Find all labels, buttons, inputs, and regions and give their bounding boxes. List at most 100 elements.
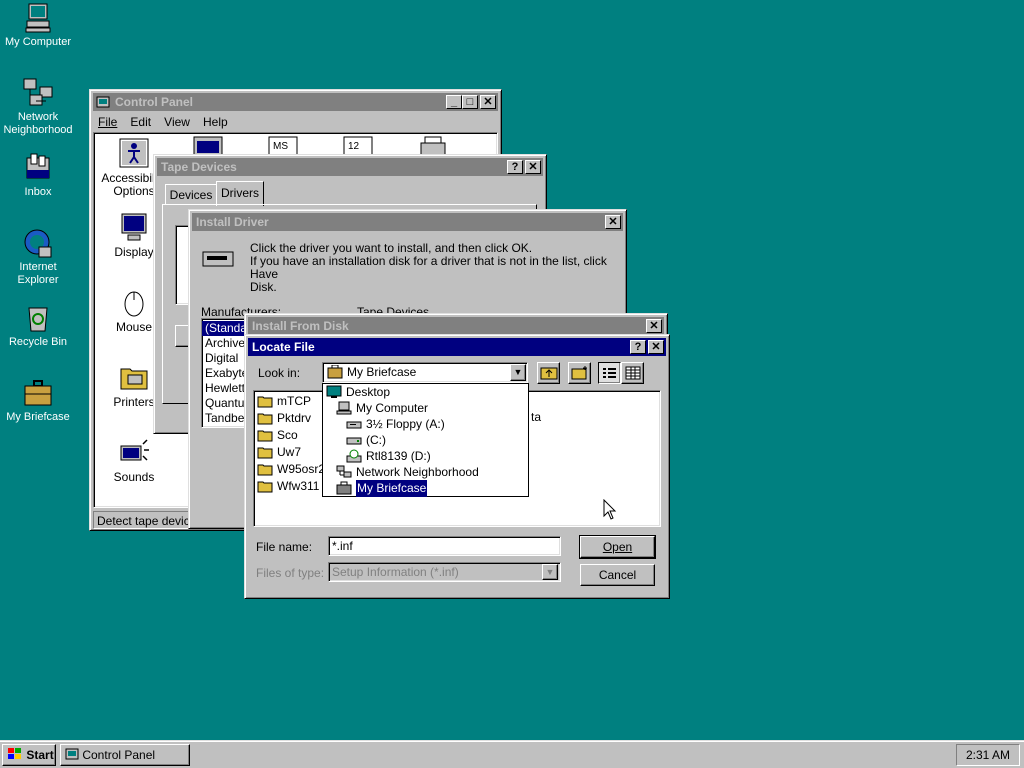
desktop-icon-internet-explorer[interactable]: Internet Explorer — [0, 227, 76, 287]
minimize-button[interactable]: _ — [446, 95, 462, 109]
close-button[interactable]: ✕ — [525, 160, 541, 174]
list-item[interactable]: (Standa — [202, 321, 250, 336]
list-item[interactable]: Tandbe — [202, 411, 250, 426]
window-title: Locate File — [252, 340, 315, 354]
desktop-icon-my-computer[interactable]: My Computer — [0, 2, 76, 49]
recycle-bin-icon — [28, 307, 48, 332]
close-button[interactable]: ✕ — [646, 319, 662, 333]
folder-item-pktdrv[interactable]: Pktdrv — [257, 410, 325, 427]
desktop-icon-label: My Computer — [4, 36, 72, 48]
folder-item-wfw311[interactable]: Wfw311 — [257, 478, 325, 495]
create-new-folder-button[interactable] — [568, 362, 591, 384]
drive-icon — [346, 437, 362, 445]
desktop-icon-label: My Briefcase — [6, 411, 70, 423]
partial-list-text: ta — [531, 410, 542, 424]
window-title: Install From Disk — [252, 319, 349, 333]
desktop-icon-label: Recycle Bin — [8, 336, 68, 348]
desktop-icon-my-briefcase[interactable]: My Briefcase — [0, 377, 76, 424]
display-icon — [121, 213, 147, 241]
inbox-icon — [26, 153, 50, 179]
menu-edit[interactable]: Edit — [130, 115, 151, 129]
close-button[interactable]: ✕ — [605, 215, 621, 229]
folder-item-sco[interactable]: Sco — [257, 427, 325, 444]
dropdown-item-my-briefcase[interactable]: My Briefcase — [323, 478, 528, 498]
list-item[interactable]: Archive — [202, 336, 250, 351]
list-view-icon — [602, 368, 616, 378]
look-in-label: Look in: — [258, 366, 301, 380]
close-button[interactable]: ✕ — [480, 95, 496, 109]
desktop-icon — [326, 385, 342, 398]
files-of-type-combo[interactable]: Setup Information (*.inf) ▼ — [328, 562, 561, 582]
folder-icon — [257, 396, 273, 408]
files-of-type-label: Files of type: — [256, 566, 325, 580]
help-button[interactable]: ? — [630, 340, 646, 354]
list-item[interactable]: Digital — [202, 351, 250, 366]
briefcase-icon — [327, 365, 343, 379]
dropdown-item-d-drive[interactable]: Rtl8139 (D:) — [323, 448, 528, 464]
dropdown-item-my-computer[interactable]: My Computer — [323, 400, 528, 416]
combo-dropdown-button[interactable]: ▼ — [542, 564, 558, 580]
dropdown-item-floppy[interactable]: 3½ Floppy (A:) — [323, 416, 528, 432]
windows-logo-icon — [8, 748, 21, 759]
floppy-icon — [346, 421, 362, 429]
combo-dropdown-button[interactable]: ▼ — [510, 364, 526, 381]
desktop-icon-label: Internet — [19, 261, 57, 273]
file-name-input[interactable]: *.inf — [328, 536, 561, 556]
mouse-icon — [124, 291, 144, 317]
details-view-button[interactable] — [621, 362, 644, 384]
folder-item-w95osr2[interactable]: W95osr2 — [257, 461, 325, 478]
start-label: Start — [26, 748, 54, 762]
up-folder-icon — [540, 367, 557, 380]
list-view-button[interactable] — [598, 362, 621, 384]
start-button[interactable]: Start — [2, 744, 56, 766]
open-button[interactable]: Open — [579, 535, 656, 559]
desktop-icon-label: Explorer — [17, 274, 59, 286]
desktop-icon-inbox[interactable]: Inbox — [0, 152, 76, 199]
tab-devices[interactable]: Devices — [165, 184, 217, 205]
look-in-combo[interactable]: My Briefcase ▼ — [322, 362, 528, 383]
taskbar-button-control-panel[interactable]: Control Panel — [60, 744, 190, 766]
cancel-button[interactable]: Cancel — [580, 564, 655, 586]
status-text: Detect tape device — [97, 514, 197, 528]
system-tray: 2:31 AM — [956, 744, 1020, 766]
folder-item-mtcp[interactable]: mTCP — [257, 393, 325, 410]
list-item[interactable]: Hewlett — [202, 381, 250, 396]
look-in-dropdown-list[interactable]: Desktop My Computer 3½ Floppy (A:) (C:) … — [322, 383, 529, 498]
list-item[interactable]: Exabyte — [202, 366, 250, 381]
desktop-icon-network-neighborhood[interactable]: Network Neighborhood — [0, 77, 76, 137]
locate-file-dialog: Locate File ? ✕ Look in: My Briefcase ▼ — [244, 334, 670, 599]
control-panel-titlebar[interactable]: Control Panel _ □ ✕ — [93, 93, 498, 111]
file-name-value: *.inf — [332, 539, 353, 553]
tape-devices-titlebar[interactable]: Tape Devices ? ✕ — [157, 158, 543, 176]
folder-icon — [257, 413, 273, 425]
menu-view[interactable]: View — [164, 115, 190, 129]
cp-item-sounds[interactable]: Sounds — [99, 436, 169, 484]
computer-icon — [25, 3, 51, 33]
tab-drivers[interactable]: Drivers — [216, 181, 264, 206]
desktop-icon-label: Neighborhood — [3, 124, 73, 136]
locate-file-titlebar[interactable]: Locate File ? ✕ — [248, 338, 666, 356]
dropdown-item-desktop[interactable]: Desktop — [323, 384, 528, 400]
desktop-icon-recycle-bin[interactable]: Recycle Bin — [0, 302, 76, 349]
up-one-level-button[interactable] — [537, 362, 560, 384]
close-button[interactable]: ✕ — [648, 340, 664, 354]
dropdown-item-network-neighborhood[interactable]: Network Neighborhood — [323, 464, 528, 480]
dropdown-item-c-drive[interactable]: (C:) — [323, 432, 528, 448]
printers-icon — [120, 368, 148, 390]
install-driver-titlebar[interactable]: Install Driver ✕ — [192, 213, 623, 231]
mouse-cursor-icon — [603, 499, 617, 520]
cp-item-label: Sounds — [113, 470, 155, 484]
install-driver-message: Click the driver you want to install, an… — [250, 241, 607, 294]
cdrom-icon — [346, 449, 362, 463]
folder-item-uw7[interactable]: Uw7 — [257, 444, 325, 461]
maximize-button[interactable]: □ — [462, 95, 478, 109]
menu-help[interactable]: Help — [203, 115, 228, 129]
install-from-disk-titlebar[interactable]: Install From Disk ✕ — [248, 317, 664, 335]
desktop-icon-label: Network — [17, 111, 59, 123]
list-item[interactable]: Quantu — [202, 396, 250, 411]
menu-file[interactable]: File — [98, 115, 117, 129]
folder-icon — [257, 464, 273, 476]
clock[interactable]: 2:31 AM — [966, 748, 1010, 762]
menu-bar: File Edit View Help — [98, 113, 238, 131]
help-button[interactable]: ? — [507, 160, 523, 174]
